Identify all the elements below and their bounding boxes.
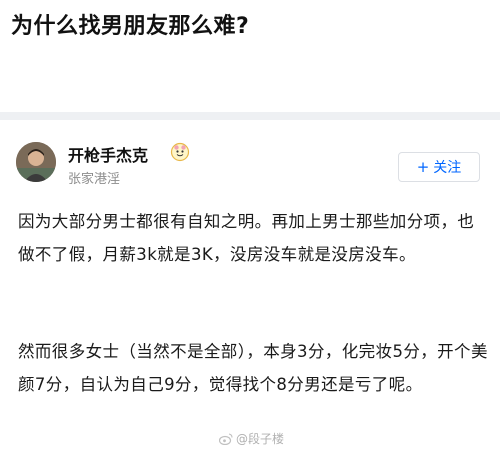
answer-card: 开枪手杰克 张家港淫 + 关注 因为大部分男士都很有自知之明。再加上男士那些加分… (0, 120, 500, 455)
answer-paragraph: 然而很多女士（当然不是全部），本身3分，化完妆5分，开个美颜7分，自认为自己9分… (18, 342, 488, 394)
author-name[interactable]: 开枪手杰克 (68, 142, 148, 166)
weibo-watermark: @段子楼 (219, 430, 284, 447)
section-separator (0, 112, 500, 120)
author-location: 张家港淫 (68, 172, 121, 187)
author-avatar[interactable] (16, 142, 56, 182)
follow-button-label: 关注 (433, 160, 462, 176)
watermark-text: @段子楼 (236, 432, 285, 446)
follow-button[interactable]: + 关注 (398, 152, 480, 182)
answer-paragraph: 因为大部分男士都很有自知之明。再加上男士那些加分项，也做不了假，月薪3k就是3K… (18, 212, 475, 264)
question-title[interactable]: 为什么找男朋友那么难? (11, 8, 249, 40)
weibo-icon (219, 432, 233, 445)
emoji-badge-icon (170, 142, 190, 162)
question-header: 为什么找男朋友那么难? (0, 0, 500, 112)
plus-icon: + (416, 157, 430, 176)
